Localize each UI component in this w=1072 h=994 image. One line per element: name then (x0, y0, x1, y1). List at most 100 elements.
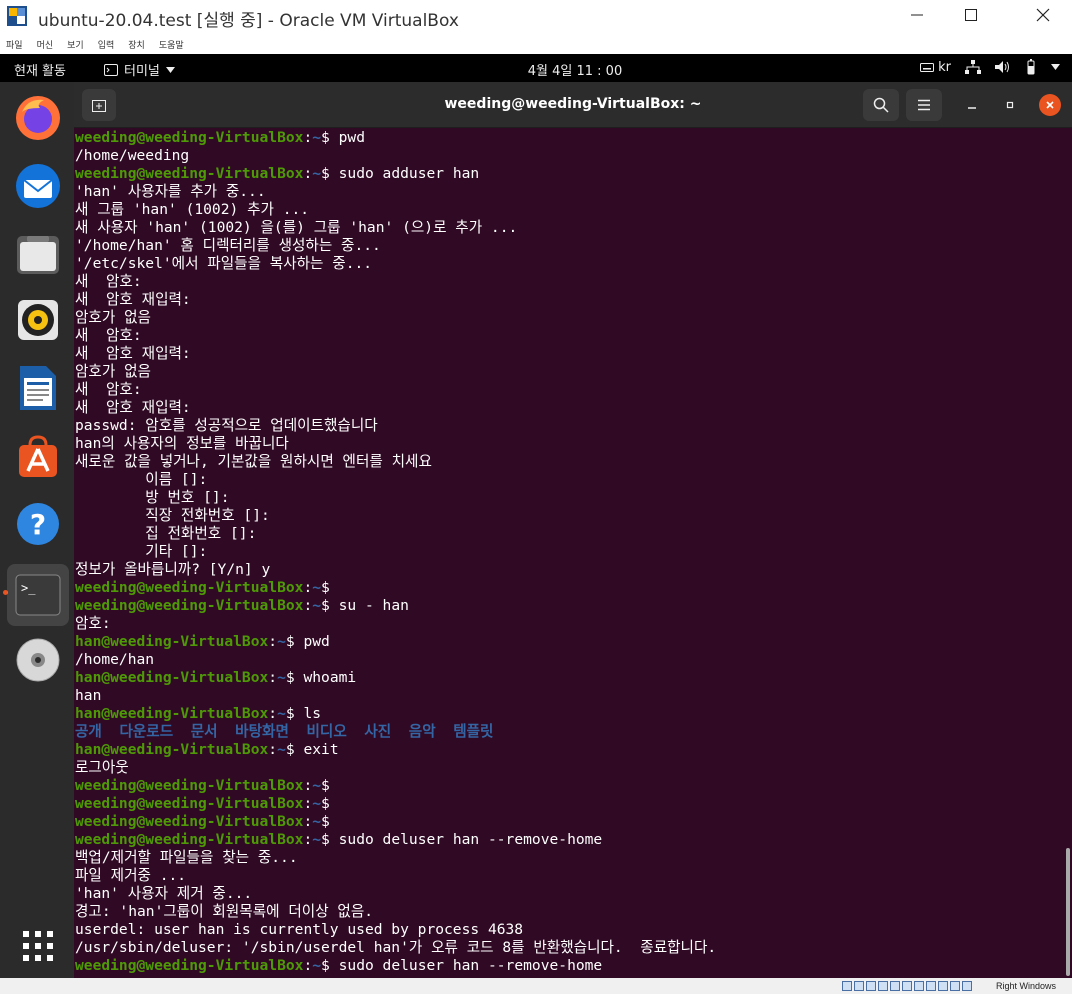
dock-software-center[interactable] (10, 428, 66, 484)
prompt-path: ~ (277, 669, 286, 686)
output-line: 암호가 없음 (75, 363, 151, 380)
dock-terminal[interactable]: >_ (7, 564, 69, 626)
output-line: han의 사용자의 정보를 바꿉니다 (75, 435, 289, 452)
prompt-line: weeding@weeding-VirtualBox:~$ sudo addus… (75, 165, 1065, 183)
prompt-line: han@weeding-VirtualBox:~$ exit (75, 741, 1065, 759)
output-line: userdel: user han is currently used by p… (75, 921, 524, 938)
window-maximize-button[interactable] (948, 0, 994, 30)
prompt-separator: : (268, 705, 278, 722)
window-close-button[interactable] (1020, 0, 1066, 30)
prompt-path: ~ (312, 129, 322, 146)
prompt-separator: : (303, 795, 313, 812)
dock-rhythmbox[interactable] (10, 292, 66, 348)
usb-icon[interactable] (890, 981, 900, 991)
prompt-line: han@weeding-VirtualBox:~$ whoami (75, 669, 1065, 687)
recording-icon[interactable] (926, 981, 936, 991)
dock-libreoffice-writer[interactable] (10, 360, 66, 416)
menu-file[interactable]: 파일 (6, 38, 23, 51)
network-status-icon[interactable] (878, 981, 888, 991)
terminal-search-button[interactable] (863, 89, 899, 121)
command-text: sudo deluser han --remove-home (338, 957, 603, 974)
terminal-scrollbar[interactable] (1066, 848, 1070, 976)
prompt-dollar: $ (285, 633, 304, 650)
output-line: passwd: 암호를 성공적으로 업데이트했습니다 (75, 417, 378, 434)
dock-show-applications[interactable] (10, 918, 66, 974)
output-line: 'han' 사용자를 추가 중... (75, 183, 266, 200)
prompt-user: weeding@weeding-VirtualBox (75, 597, 304, 614)
prompt-user: weeding@weeding-VirtualBox (75, 795, 304, 812)
show-apps-icon (23, 931, 53, 961)
audio-icon[interactable] (866, 981, 876, 991)
cpu-icon[interactable] (938, 981, 948, 991)
prompt-dollar: $ (321, 831, 339, 848)
menu-input[interactable]: 입력 (98, 38, 115, 51)
ls-output-line: 공개 다운로드 문서 바탕화면 비디오 사진 음악 템플릿 (75, 723, 1065, 741)
output-line: 새 그룹 'han' (1002) 추가 ... (75, 201, 310, 218)
close-icon (1046, 101, 1054, 109)
prompt-user: weeding@weeding-VirtualBox (75, 813, 304, 830)
display-icon[interactable] (914, 981, 924, 991)
input-method-indicator[interactable]: kr (920, 60, 951, 75)
prompt-separator: : (303, 597, 313, 614)
prompt-dollar: $ (321, 813, 339, 830)
prompt-path: ~ (312, 597, 322, 614)
menu-view[interactable]: 보기 (67, 38, 84, 51)
dock-thunderbird[interactable] (10, 158, 66, 214)
prompt-dollar: $ (321, 777, 339, 794)
shared-folders-icon[interactable] (902, 981, 912, 991)
hdd-icon[interactable] (842, 981, 852, 991)
output-line: 새 암호 재입력: (75, 291, 191, 308)
dock: ? >_ (0, 82, 74, 978)
virtualbox-logo-icon (6, 5, 28, 27)
output-line: 새 암호: (75, 381, 142, 398)
menu-machine[interactable]: 머신 (37, 38, 54, 51)
prompt-separator: : (303, 165, 313, 182)
prompt-user: han@weeding-VirtualBox (75, 705, 269, 722)
output-line: 새 암호 재입력: (75, 345, 191, 362)
system-tray[interactable]: kr (920, 59, 1060, 75)
battery-icon (1027, 59, 1035, 75)
terminal-minimize-button[interactable] (961, 94, 983, 116)
prompt-path: ~ (312, 957, 322, 974)
prompt-dollar: $ (321, 597, 339, 614)
dock-dvd[interactable] (10, 632, 66, 688)
dock-help[interactable]: ? (10, 496, 66, 552)
prompt-user: weeding@weeding-VirtualBox (75, 777, 304, 794)
output-line: 정보가 올바릅니까? [Y/n] y (75, 561, 271, 578)
minimize-icon (968, 107, 976, 109)
dock-files[interactable] (10, 226, 66, 282)
prompt-path: ~ (277, 633, 286, 650)
optical-drive-icon[interactable] (854, 981, 864, 991)
menu-devices[interactable]: 장치 (128, 38, 145, 51)
terminal-menu-button[interactable] (906, 89, 942, 121)
output-line: '/etc/skel'에서 파일들을 복사하는 중... (75, 255, 373, 272)
rhythmbox-icon (18, 300, 58, 340)
prompt-user: weeding@weeding-VirtualBox (75, 957, 304, 974)
command-text: exit (303, 741, 339, 758)
terminal-maximize-button[interactable] (999, 94, 1021, 116)
files-icon (17, 236, 59, 274)
mouse-integration-icon[interactable] (950, 981, 960, 991)
input-method-label: kr (938, 59, 951, 75)
output-line: 새 사용자 'han' (1002) 을(를) 그룹 'han' (으)로 추가… (75, 219, 518, 236)
terminal-output[interactable]: weeding@weeding-VirtualBox:~$ pwd/home/w… (75, 128, 1065, 978)
menu-help[interactable]: 도움말 (159, 38, 184, 51)
output-line: 파일 제거중 ... (75, 867, 187, 884)
svg-text:>_: >_ (21, 581, 36, 595)
prompt-path: ~ (312, 777, 322, 794)
window-minimize-button[interactable] (894, 0, 940, 30)
prompt-line: weeding@weeding-VirtualBox:~$ sudo delus… (75, 957, 1065, 975)
command-text: sudo deluser han --remove-home (338, 831, 603, 848)
prompt-separator: : (303, 777, 313, 794)
output-line: 새 암호 재입력: (75, 399, 191, 416)
prompt-user: weeding@weeding-VirtualBox (75, 579, 304, 596)
prompt-user: weeding@weeding-VirtualBox (75, 129, 304, 146)
clock[interactable]: 4월 4일 11 : 00 (0, 60, 1072, 79)
keyboard-status-icon[interactable] (962, 981, 972, 991)
libreoffice-writer-icon (20, 366, 56, 410)
directory-entry: 템플릿 (453, 723, 494, 740)
terminal-close-button[interactable] (1039, 94, 1061, 116)
prompt-dollar: $ (285, 705, 304, 722)
output-line: 이름 []: (75, 471, 208, 488)
dock-firefox[interactable] (10, 90, 66, 146)
